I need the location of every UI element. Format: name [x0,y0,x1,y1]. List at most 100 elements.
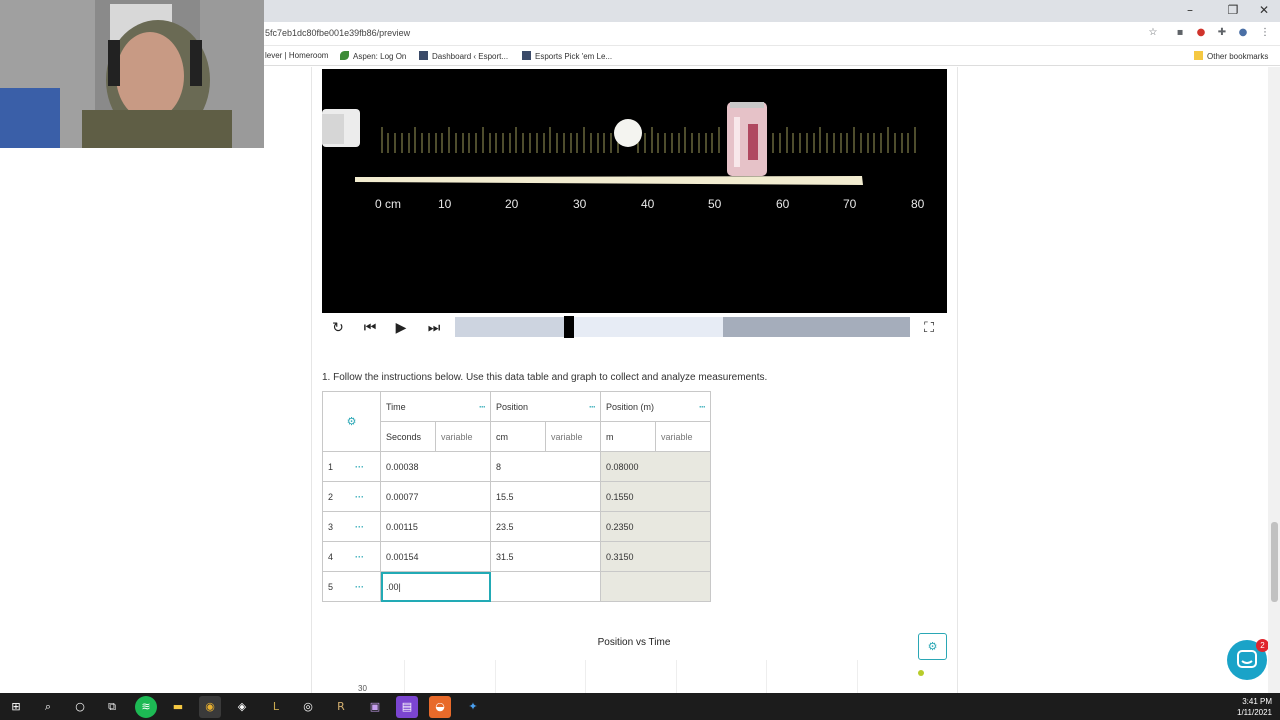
row-index: 4 ··· [322,541,381,572]
minimize-icon[interactable]: – [1178,2,1202,18]
taskbar-clock[interactable]: 3:41 PM 1/11/2021 [1237,696,1272,718]
step-back-icon[interactable]: ⏮ [360,319,380,337]
position-cell[interactable]: 31.5 [490,541,601,572]
position-cell[interactable]: 8 [490,451,601,482]
position-cell[interactable] [490,571,601,602]
position-m-cell: 0.08000 [600,451,711,482]
type-cell[interactable]: variable [545,421,601,452]
position-m-cell: 0.1550 [600,481,711,512]
ball [614,119,642,147]
row-menu-icon[interactable]: ··· [355,522,364,532]
unit-cell[interactable]: m [600,421,656,452]
task-view-icon[interactable]: ⧉ [101,696,123,718]
row-index: 2 ··· [322,481,381,512]
avatar-icon[interactable]: ● [1236,26,1250,40]
time-cell-input[interactable]: .00| [380,571,491,602]
unit-cell[interactable]: Seconds [380,421,436,452]
column-header-time[interactable]: Time ··· [380,391,491,422]
question-text: 1. Follow the instructions below. Use th… [322,372,768,383]
page-scrollbar[interactable] [1268,67,1280,693]
table-row: 2 ··· 0.00077 15.5 0.1550 [322,481,711,512]
video-frame [322,69,947,313]
overwatch-icon[interactable]: ◎ [297,696,319,718]
unit-cell[interactable]: cm [490,421,546,452]
row-menu-icon[interactable]: ··· [355,462,364,472]
fullscreen-icon[interactable]: ⛶ [919,319,939,337]
position-cell[interactable]: 15.5 [490,481,601,512]
data-table: ⚙ Time ··· Position ··· Position (m) ··· Se… [322,391,711,602]
extension-icon[interactable]: ▪ [1173,26,1187,40]
row-index: 1 ··· [322,451,381,482]
time-cell[interactable]: 0.00154 [380,541,491,572]
time-cell[interactable]: 0.00077 [380,481,491,512]
bookmark-homeroom[interactable]: lever | Homeroom [265,51,328,60]
ruler-label: 10 [438,197,452,211]
opera-extension-icon[interactable]: ● [1194,26,1208,40]
file-explorer-icon[interactable]: ▬ [167,696,189,718]
timeline-scrubber[interactable] [564,316,574,338]
step-forward-icon[interactable]: ⏭ [424,319,444,337]
video-timeline[interactable] [455,316,910,338]
steam-icon[interactable]: ◈ [231,696,253,718]
puzzle-icon[interactable]: ✚ [1215,26,1229,40]
app-icon[interactable]: ▣ [364,696,386,718]
ruler-label: 80 [911,197,925,211]
other-bookmarks[interactable]: Other bookmarks [1194,51,1268,61]
battlenet-icon[interactable]: ✦ [462,696,484,718]
graph-y-tick: 30 [358,684,367,693]
position-m-cell: 0.3150 [600,541,711,572]
twitch-icon[interactable]: ▤ [396,696,418,718]
time-cell[interactable]: 0.00115 [380,511,491,542]
status-dot [918,670,924,676]
graph-settings-button[interactable]: ⚙ [918,633,947,660]
column-menu-icon[interactable]: ··· [699,402,706,412]
windows-start-icon[interactable]: ⊞ [5,696,27,718]
column-header-position[interactable]: Position ··· [490,391,601,422]
bookmark-aspen[interactable]: Aspen: Log On [340,51,406,61]
ruler-label: 0 cm [375,197,402,211]
gear-icon[interactable]: ⚙ [328,415,375,428]
ruler-label: 70 [843,197,857,211]
star-icon[interactable]: ☆ [1146,26,1160,40]
bookmark-dashboard[interactable]: Dashboard ‹ Esport... [419,51,508,61]
position-m-cell: 0.2350 [600,511,711,542]
column-menu-icon[interactable]: ··· [589,402,596,412]
row-menu-icon[interactable]: ··· [355,552,364,562]
riot-icon[interactable]: R [330,696,352,718]
column-menu-icon[interactable]: ··· [479,402,486,412]
search-icon[interactable]: ⌕ [37,696,59,718]
bookmark-esports[interactable]: Esports Pick 'em Le... [522,51,612,61]
column-header-position-m[interactable]: Position (m) ··· [600,391,711,422]
league-icon[interactable]: L [265,696,287,718]
ruler-label: 40 [641,197,655,211]
replay-icon[interactable]: ↻ [328,319,348,337]
webcam-overlay [0,0,264,148]
site-icon [522,51,531,60]
ruler-label: 50 [708,197,722,211]
row-menu-icon[interactable]: ··· [355,582,364,592]
webcam-feed [0,0,264,148]
cortana-icon[interactable]: ○ [69,696,91,718]
restore-icon[interactable]: ❐ [1221,2,1245,18]
soda-can [727,102,767,176]
position-cell[interactable]: 23.5 [490,511,601,542]
scrollbar-thumb[interactable] [1271,522,1278,602]
page-content: 0 cm 10 20 30 40 50 60 70 80 ↻ ⏮ ▶ ⏭ ⛶ 1… [0,67,1280,693]
type-cell[interactable]: variable [655,421,711,452]
url-text[interactable]: 5fc7eb1dc80fbe001e39fb86/preview [265,28,410,38]
close-icon[interactable]: ✕ [1252,2,1276,18]
menu-icon[interactable]: ⋮ [1258,26,1272,40]
row-menu-icon[interactable]: ··· [355,492,364,502]
time-cell[interactable]: 0.00038 [380,451,491,482]
type-cell[interactable]: variable [435,421,491,452]
table-settings[interactable]: ⚙ [322,391,381,452]
experiment-video[interactable]: 0 cm 10 20 30 40 50 60 70 80 [322,69,947,313]
site-icon [419,51,428,60]
spotify-icon[interactable]: ≋ [135,696,157,718]
play-icon[interactable]: ▶ [391,319,411,337]
timeline-buffered [723,317,910,337]
table-row: 3 ··· 0.00115 23.5 0.2350 [322,511,711,542]
origin-icon[interactable]: ◒ [429,696,451,718]
ruler-label: 20 [505,197,519,211]
chrome-icon[interactable]: ◉ [199,696,221,718]
